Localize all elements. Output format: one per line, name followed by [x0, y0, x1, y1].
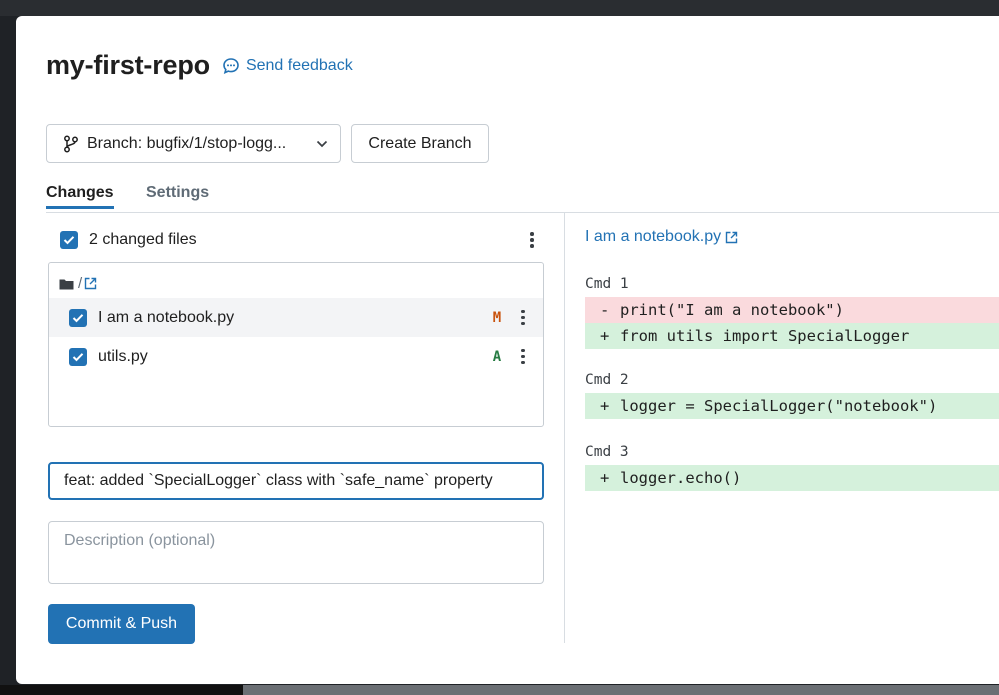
folder-name: / — [78, 275, 83, 292]
checkmark-icon — [63, 236, 75, 245]
create-branch-button[interactable]: Create Branch — [351, 124, 489, 163]
tab-changes[interactable]: Changes — [46, 184, 114, 209]
branch-select-label: Branch: bugfix/1/stop-logg... — [87, 134, 287, 152]
external-link-icon[interactable] — [84, 277, 97, 290]
pane-divider — [564, 213, 565, 643]
diff-sign: + — [600, 469, 610, 487]
dialog-header: my-first-repo Send feedback — [46, 50, 353, 81]
kebab-menu-icon[interactable] — [515, 307, 531, 329]
cmd-label: Cmd 3 — [585, 444, 629, 460]
diff-sign: + — [600, 397, 610, 415]
background-bottom-strip — [0, 685, 999, 695]
checkmark-icon — [72, 313, 84, 322]
commit-message-input[interactable] — [48, 462, 544, 500]
tab-bar: Changes Settings — [46, 184, 999, 213]
diff-line-added: + logger.echo() — [585, 465, 999, 491]
git-branch-icon — [63, 135, 79, 153]
diff-line-added: + from utils import SpecialLogger — [585, 323, 999, 349]
diff-code: from utils import SpecialLogger — [620, 327, 910, 345]
commit-push-button[interactable]: Commit & Push — [48, 604, 195, 644]
file-name: I am a notebook.py — [98, 308, 235, 326]
cmd-label: Cmd 1 — [585, 276, 629, 292]
file-name: utils.py — [98, 347, 148, 365]
folder-path: / — [59, 275, 97, 292]
diff-file-link[interactable]: I am a notebook.py — [585, 228, 738, 246]
send-feedback-link[interactable]: Send feedback — [222, 57, 353, 75]
diff-code: logger = SpecialLogger("notebook") — [620, 397, 938, 415]
diff-line-deleted: - print("I am a notebook") — [585, 297, 999, 323]
chevron-down-icon — [316, 140, 328, 148]
branch-select[interactable]: Branch: bugfix/1/stop-logg... — [46, 124, 341, 163]
tab-settings[interactable]: Settings — [146, 184, 209, 208]
diff-file-title: I am a notebook.py — [585, 228, 722, 245]
diff-code: logger.echo() — [620, 469, 742, 487]
cmd-label: Cmd 2 — [585, 372, 629, 388]
kebab-menu-icon[interactable] — [515, 346, 531, 368]
background-strip-segment — [243, 685, 999, 695]
file-checkbox[interactable] — [69, 347, 87, 366]
diff-code: print("I am a notebook") — [620, 301, 844, 319]
diff-sign: + — [600, 327, 610, 345]
commit-description-input[interactable] — [48, 521, 544, 584]
file-checkbox[interactable] — [69, 308, 87, 327]
changed-files-count: 2 changed files — [89, 231, 197, 248]
diff-line-added: + logger = SpecialLogger("notebook") — [585, 393, 999, 419]
background-app-bar — [0, 0, 999, 16]
chat-bubble-icon — [223, 57, 239, 74]
send-feedback-label: Send feedback — [245, 56, 353, 74]
file-status-badge: A — [492, 348, 502, 365]
repo-title: my-first-repo — [46, 50, 210, 80]
external-link-icon — [725, 231, 738, 243]
file-status-badge: M — [492, 309, 502, 326]
file-row[interactable]: I am a notebook.py M — [49, 298, 543, 337]
changed-files-header: 2 changed files — [60, 228, 540, 252]
diff-sign: - — [600, 301, 610, 319]
folder-icon — [59, 279, 74, 289]
git-dialog: my-first-repo Send feedback Branch: bugf… — [16, 16, 999, 684]
kebab-menu-icon[interactable] — [524, 229, 540, 251]
checkmark-icon — [72, 352, 84, 361]
file-row[interactable]: utils.py A — [49, 337, 543, 376]
file-list: / I am a notebook.py M utils.py A — [48, 262, 544, 427]
select-all-checkbox[interactable] — [60, 231, 78, 249]
